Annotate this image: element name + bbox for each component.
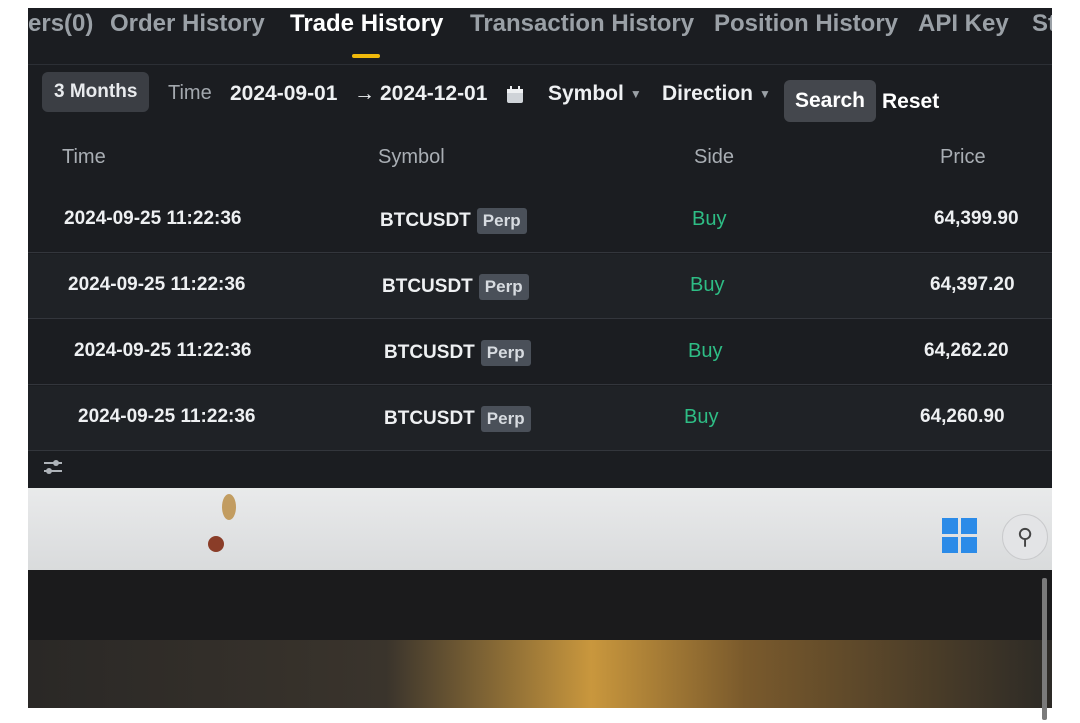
symbol-name: BTCUSDT xyxy=(384,342,475,363)
table-row[interactable]: 2024-09-25 11:22:36 BTCUSDT Perp Buy 64,2… xyxy=(28,320,1052,385)
trade-time: 2024-09-25 11:22:36 xyxy=(78,406,256,427)
os-taskbar: ⚲ xyxy=(28,488,1052,570)
table-row[interactable]: 2024-09-25 11:22:36 BTCUSDT Perp Buy 64,3… xyxy=(28,254,1052,319)
symbol-name: BTCUSDT xyxy=(382,276,473,297)
desk-background xyxy=(28,640,1052,708)
calendar-icon[interactable] xyxy=(506,86,524,104)
direction-dropdown-label: Direction xyxy=(662,82,754,105)
tab-api-key[interactable]: API Key xyxy=(918,10,1009,38)
trade-side: Buy xyxy=(688,340,723,362)
search-icon[interactable]: ⚲ xyxy=(1002,514,1048,560)
active-tab-indicator xyxy=(352,54,380,58)
trade-symbol: BTCUSDT Perp xyxy=(384,340,531,366)
column-header-price: Price xyxy=(940,146,986,168)
reset-button[interactable]: Reset xyxy=(882,90,939,114)
filter-bar: 3 Months Time 2024-09-01 → 2024-12-01 Sy… xyxy=(28,70,1052,126)
trade-price: 64,397.20 xyxy=(930,274,1015,295)
tab-order-history[interactable]: Order History xyxy=(110,10,265,38)
trade-price: 64,260.90 xyxy=(920,406,1005,427)
trade-time: 2024-09-25 11:22:36 xyxy=(64,208,242,229)
perp-badge: Perp xyxy=(480,340,531,366)
screen-smudge xyxy=(208,536,224,552)
table-header: Time Symbol Side Price xyxy=(28,136,1052,186)
trade-side: Buy xyxy=(690,274,725,296)
chevron-down-icon: ▼ xyxy=(759,87,771,102)
windows-logo-pane xyxy=(942,518,958,534)
symbol-name: BTCUSDT xyxy=(380,210,471,231)
table-row[interactable]: 2024-09-25 11:22:36 BTCUSDT Perp Buy 64,2… xyxy=(28,386,1052,451)
perp-badge: Perp xyxy=(476,208,527,234)
symbol-name: BTCUSDT xyxy=(384,408,475,429)
windows-logo-icon[interactable] xyxy=(942,518,978,554)
time-filter-label: Time xyxy=(168,82,212,104)
trade-symbol: BTCUSDT Perp xyxy=(382,274,529,300)
sliders-icon[interactable] xyxy=(42,458,64,476)
trade-symbol: BTCUSDT Perp xyxy=(380,208,527,234)
windows-logo-pane xyxy=(961,537,977,553)
date-to[interactable]: 2024-12-01 xyxy=(380,82,487,106)
trade-time: 2024-09-25 11:22:36 xyxy=(74,340,252,361)
tab-position-history[interactable]: Position History xyxy=(714,10,898,38)
trade-side: Buy xyxy=(684,406,719,428)
date-arrow: → xyxy=(354,82,375,105)
column-header-time: Time xyxy=(62,146,106,168)
photo-frame: ers(0) Order History Trade History Trans… xyxy=(28,8,1052,708)
search-button[interactable]: Search xyxy=(784,80,876,122)
windows-logo-pane xyxy=(961,518,977,534)
tab-trade-history[interactable]: Trade History xyxy=(290,10,443,38)
monitor-bezel xyxy=(28,570,1052,640)
range-chip-3-months[interactable]: 3 Months xyxy=(42,72,150,112)
symbol-dropdown[interactable]: Symbol ▼ xyxy=(548,82,642,106)
perp-badge: Perp xyxy=(480,406,531,432)
trade-symbol: BTCUSDT Perp xyxy=(384,406,531,432)
perp-badge: Perp xyxy=(478,274,529,300)
windows-logo-pane xyxy=(942,537,958,553)
column-header-side: Side xyxy=(694,146,735,168)
chevron-down-icon: ▼ xyxy=(629,87,642,102)
symbol-dropdown-label: Symbol xyxy=(548,82,624,105)
table-row[interactable]: 2024-09-25 11:22:36 BTCUSDT Perp Buy 64,3… xyxy=(28,188,1052,253)
trade-side: Buy xyxy=(692,208,727,230)
screen-smudge xyxy=(222,494,236,520)
page-scrollbar[interactable] xyxy=(1042,578,1047,720)
trading-panel: ers(0) Order History Trade History Trans… xyxy=(28,8,1052,488)
history-tabs: ers(0) Order History Trade History Trans… xyxy=(28,8,1052,65)
tab-open-orders[interactable]: ers(0) xyxy=(28,10,93,38)
tabs-divider xyxy=(28,64,1052,65)
column-header-symbol: Symbol xyxy=(378,146,445,168)
trade-price: 64,262.20 xyxy=(924,340,1009,361)
direction-dropdown[interactable]: Direction ▼ xyxy=(662,82,771,106)
trade-price: 64,399.90 xyxy=(934,208,1019,229)
tab-transaction-history[interactable]: Transaction History xyxy=(470,10,694,38)
trade-time: 2024-09-25 11:22:36 xyxy=(68,274,246,295)
tab-more[interactable]: St xyxy=(1032,10,1052,38)
date-from[interactable]: 2024-09-01 xyxy=(230,82,337,106)
